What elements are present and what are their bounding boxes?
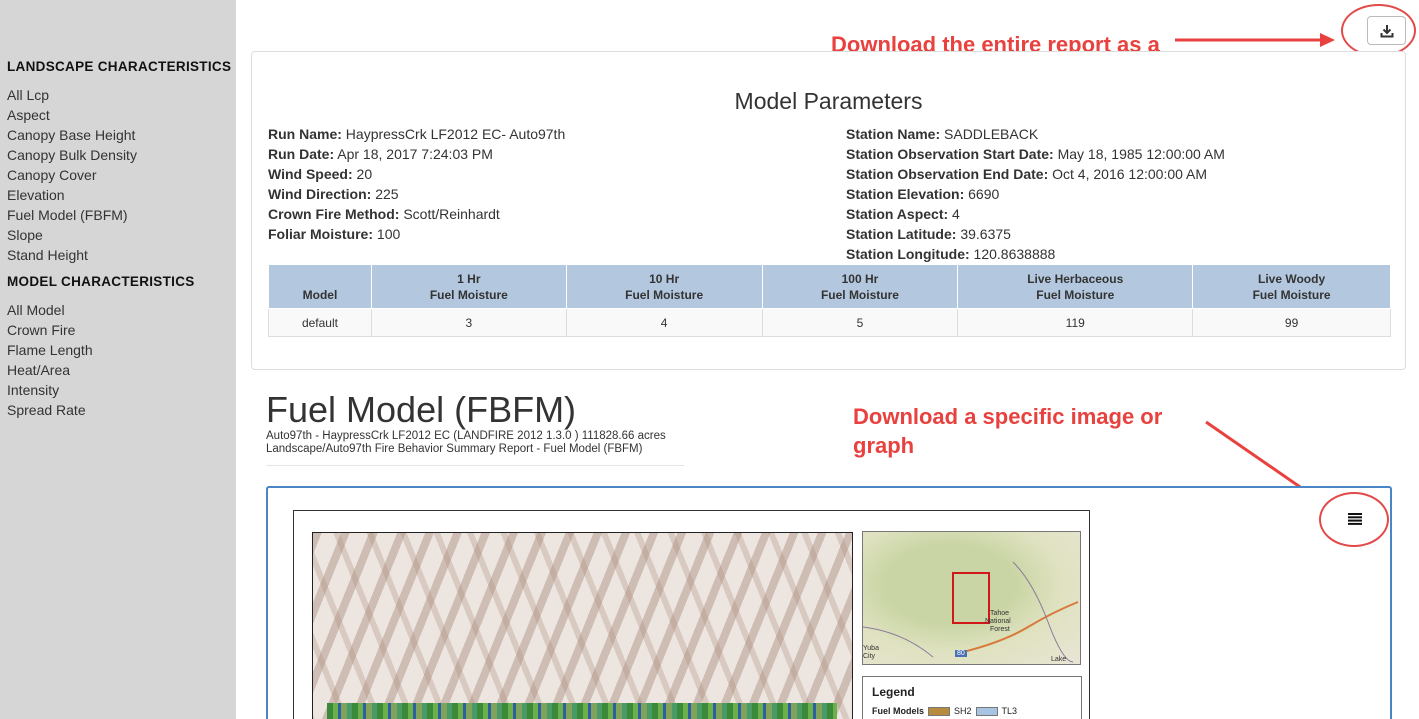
- param-foliar-moisture: Foliar Moisture: 100: [268, 226, 401, 242]
- table-cell: 3: [370, 308, 567, 337]
- param-station-aspect: Station Aspect: 4: [846, 206, 960, 222]
- sidebar-item-canopy-bulk-density[interactable]: Canopy Bulk Density: [7, 147, 137, 163]
- sidebar: LANDSCAPE CHARACTERISTICS All Lcp Aspect…: [0, 0, 236, 719]
- param-station-longitude: Station Longitude: 120.8638888: [846, 246, 1056, 262]
- table-header: Model: [268, 264, 372, 309]
- table-row: default 3 4 5 119 99: [268, 308, 1391, 337]
- table-cell: 4: [565, 308, 763, 337]
- download-highlight-circle: [1341, 4, 1416, 57]
- sidebar-item-heat-area[interactable]: Heat/Area: [7, 362, 70, 378]
- annotation-arrow-report: [1175, 33, 1335, 47]
- sidebar-item-all-model[interactable]: All Model: [7, 302, 65, 318]
- model-heading: MODEL CHARACTERISTICS: [7, 274, 195, 289]
- table-header: 1 Hr Fuel Moisture: [370, 264, 567, 309]
- param-run-name: Run Name: HaypressCrk LF2012 EC- Auto97t…: [268, 126, 566, 142]
- fuel-model-raster: [327, 703, 837, 719]
- table-header: Live Woody Fuel Moisture: [1192, 264, 1391, 309]
- inset-label: Lake: [1051, 656, 1067, 663]
- sidebar-item-canopy-base-height[interactable]: Canopy Base Height: [7, 127, 135, 143]
- main-fuel-map: [312, 532, 853, 719]
- inset-locator-map: Yuba City 80 Tahoe National Forest Lake: [862, 531, 1081, 665]
- annotation-download-image: Download a specific image or graph: [853, 404, 1163, 458]
- sidebar-item-canopy-cover[interactable]: Canopy Cover: [7, 167, 97, 183]
- table-header: 10 Hr Fuel Moisture: [565, 264, 763, 309]
- sidebar-item-aspect[interactable]: Aspect: [7, 107, 50, 123]
- landscape-heading: LANDSCAPE CHARACTERISTICS: [7, 59, 232, 74]
- table-header: 100 Hr Fuel Moisture: [761, 264, 959, 309]
- param-station-elevation: Station Elevation: 6690: [846, 186, 1000, 202]
- sidebar-item-elevation[interactable]: Elevation: [7, 187, 65, 203]
- inset-label: National: [985, 618, 1011, 625]
- inset-label: 80: [955, 650, 967, 657]
- param-wind-direction: Wind Direction: 225: [268, 186, 399, 202]
- sidebar-item-slope[interactable]: Slope: [7, 227, 43, 243]
- fuel-model-title: Fuel Model (FBFM): [266, 389, 577, 430]
- legend-label-tl3: TL3: [1001, 706, 1018, 716]
- param-wind-speed: Wind Speed: 20: [268, 166, 373, 182]
- table-cell: 99: [1192, 308, 1391, 337]
- map-legend: Legend Fuel Models SH2 TL3: [862, 676, 1082, 719]
- inset-area-marker: [952, 572, 990, 624]
- sidebar-item-intensity[interactable]: Intensity: [7, 382, 59, 398]
- sidebar-item-spread-rate[interactable]: Spread Rate: [7, 402, 86, 418]
- fuel-model-subtitle-1: Auto97th - HaypressCrk LF2012 EC (LANDFI…: [266, 430, 666, 442]
- sidebar-item-all-lcp[interactable]: All Lcp: [7, 87, 49, 103]
- inset-label: City: [863, 653, 876, 660]
- legend-label-sh2: SH2: [954, 706, 972, 716]
- table-header-row: Model 1 Hr Fuel Moisture 10 Hr Fuel Moistu…: [268, 264, 1391, 309]
- sidebar-item-crown-fire[interactable]: Crown Fire: [7, 322, 75, 338]
- sidebar-item-fuel-model[interactable]: Fuel Model (FBFM): [7, 207, 128, 223]
- legend-swatch-sh2: [928, 706, 951, 716]
- fuel-model-subtitle-2: Landscape/Auto97th Fire Behavior Summary…: [266, 443, 643, 455]
- param-crown-fire-method: Crown Fire Method: Scott/Reinhardt: [268, 206, 500, 222]
- inset-label: Tahoe: [990, 610, 1010, 617]
- legend-row-label: Fuel Models: [872, 706, 925, 716]
- table-header: Live Herbaceous Fuel Moisture: [957, 264, 1194, 309]
- menu-highlight-circle: [1319, 492, 1389, 547]
- table-cell: 5: [761, 308, 959, 337]
- inset-label: Forest: [990, 626, 1010, 633]
- sidebar-item-flame-length[interactable]: Flame Length: [7, 342, 93, 358]
- table-cell: 119: [957, 308, 1194, 337]
- model-parameters-title: Model Parameters: [734, 88, 923, 114]
- param-station-latitude: Station Latitude: 39.6375: [846, 226, 1011, 242]
- legend-swatch-tl3: [975, 706, 998, 716]
- param-station-start-date: Station Observation Start Date: May 18, …: [846, 146, 1225, 162]
- param-station-name: Station Name: SADDLEBACK: [846, 126, 1039, 142]
- model-parameters-panel: Model Parameters Run Name: HaypressCrk L…: [251, 51, 1406, 370]
- divider: [266, 465, 684, 466]
- inset-label: Yuba: [863, 645, 879, 652]
- legend-row: Fuel Models SH2 TL3: [872, 706, 1017, 716]
- legend-title: Legend: [872, 685, 915, 699]
- param-station-end-date: Station Observation End Date: Oct 4, 201…: [846, 166, 1208, 182]
- param-run-date: Run Date: Apr 18, 2017 7:24:03 PM: [268, 146, 493, 162]
- table-cell: default: [268, 308, 372, 337]
- sidebar-item-stand-height[interactable]: Stand Height: [7, 247, 88, 263]
- fuel-moisture-table: Model 1 Hr Fuel Moisture 10 Hr Fuel Moistu…: [268, 264, 1391, 337]
